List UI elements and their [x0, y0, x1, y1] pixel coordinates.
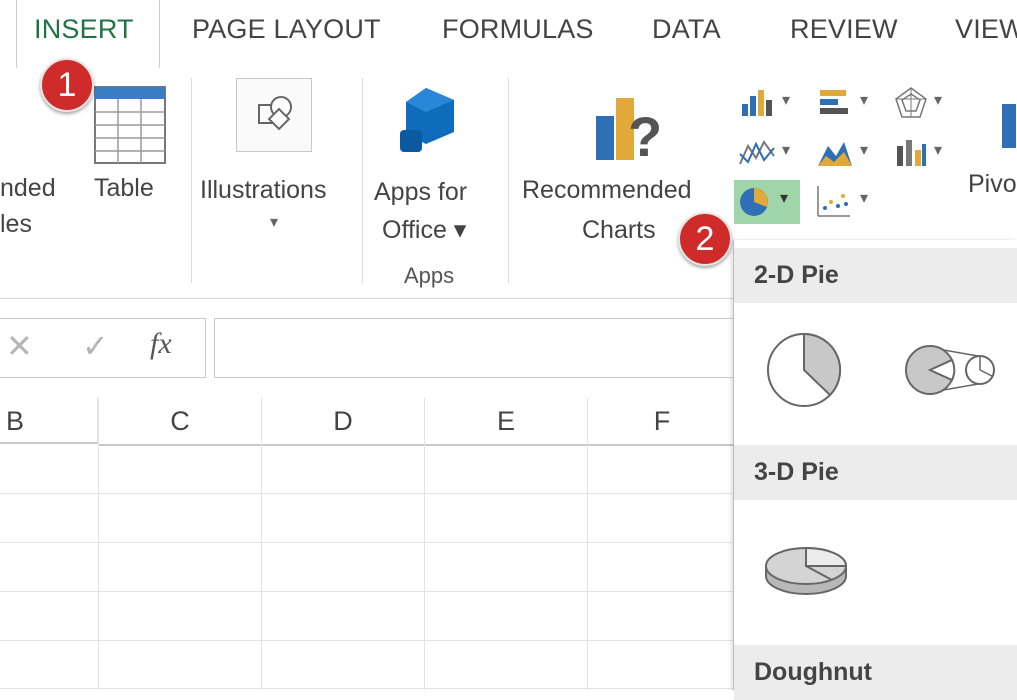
apps-for-office-icon	[400, 88, 454, 152]
bar-chart-dropdown-icon[interactable]: ▾	[860, 90, 868, 110]
bar-chart-icon[interactable]	[816, 88, 852, 118]
pie-chart-dropdown-icon: ▾	[780, 190, 789, 207]
stock-chart-icon[interactable]	[894, 136, 928, 168]
formula-input[interactable]	[214, 318, 746, 378]
illustrations-button[interactable]: Illustrations ▾	[198, 76, 358, 246]
tab-review[interactable]: REVIEW	[790, 14, 898, 45]
pivotchart-button[interactable]: Pivo	[968, 68, 1017, 238]
table-button[interactable]: Table	[88, 78, 178, 238]
insert-function-icon[interactable]: fx	[150, 327, 172, 361]
step-2-badge: 2	[678, 212, 732, 266]
svg-text:?: ?	[628, 105, 662, 166]
tab-view[interactable]: VIEW	[955, 14, 1017, 45]
recommended-charts-label-1: Recommended	[522, 176, 692, 204]
recommended-charts-icon: ?	[596, 98, 662, 166]
illustrations-dropdown-icon: ▾	[270, 214, 279, 231]
3d-pie-option-icon[interactable]	[762, 540, 852, 600]
column-header-f[interactable]: F	[588, 398, 737, 446]
table-icon	[94, 86, 166, 164]
apps-for-office-label-1: Apps for	[374, 178, 468, 206]
tab-page-layout[interactable]: PAGE LAYOUT	[192, 14, 381, 45]
grid-line	[261, 398, 262, 690]
grid-line	[0, 493, 735, 494]
recommended-pivottables-label-1: nded	[0, 174, 56, 202]
column-header-e[interactable]: E	[425, 398, 588, 446]
section-2d-pie-header: 2-D Pie	[734, 248, 1017, 303]
grid-line	[0, 591, 735, 592]
line-chart-dropdown-icon[interactable]: ▾	[782, 140, 790, 160]
area-chart-icon[interactable]	[816, 136, 854, 168]
pie-option-icon[interactable]	[764, 330, 844, 410]
section-3d-pie-header: 3-D Pie	[734, 445, 1017, 500]
column-header-d[interactable]: D	[262, 398, 425, 446]
scatter-chart-icon[interactable]	[816, 184, 852, 218]
grid-line	[0, 688, 735, 689]
group-separator	[191, 78, 192, 283]
pivotchart-icon	[1002, 104, 1016, 148]
pie-chart-menu: 2-D Pie 3-D Pie Doughnut	[733, 240, 1017, 700]
section-doughnut-header: Doughnut	[734, 645, 1017, 700]
tab-insert[interactable]: INSERT	[34, 14, 134, 45]
grid-line	[0, 640, 735, 641]
area-chart-dropdown-icon[interactable]: ▾	[860, 140, 868, 160]
radar-chart-icon[interactable]	[894, 86, 928, 120]
recommended-pivottables-label-2: les	[0, 210, 32, 238]
apps-for-office-button[interactable]: Apps for Office ▾	[370, 76, 500, 246]
tab-data[interactable]: DATA	[652, 14, 721, 45]
cancel-icon[interactable]: ✕	[6, 327, 33, 365]
table-label: Table	[94, 174, 154, 202]
grid-line	[587, 398, 588, 690]
line-chart-icon[interactable]	[738, 136, 776, 168]
apps-for-office-label-2: Office ▾	[382, 216, 467, 244]
grid-line	[0, 542, 735, 543]
tab-formulas[interactable]: FORMULAS	[442, 14, 594, 45]
recommended-charts-label-2: Charts	[582, 216, 656, 244]
pie-of-pie-option-icon[interactable]	[900, 340, 1000, 400]
group-separator	[362, 78, 363, 283]
grid-line	[424, 398, 425, 690]
shapes-icon	[258, 96, 292, 131]
charts-gallery: ▾ ▾ ▾ ▾ ▾ ▾ ▾ ▾	[734, 82, 964, 242]
ribbon-tab-bar: INSERT PAGE LAYOUT FORMULAS DATA REVIEW …	[0, 0, 1017, 70]
column-header-c[interactable]: C	[99, 398, 262, 446]
pivotchart-label: Pivo	[968, 170, 1017, 198]
step-1-badge: 1	[40, 58, 94, 112]
column-header-b[interactable]: B	[0, 398, 98, 444]
grid-line	[98, 398, 99, 690]
pie-chart-icon	[740, 188, 768, 216]
enter-icon[interactable]: ✓	[82, 327, 109, 365]
scatter-chart-dropdown-icon[interactable]: ▾	[860, 188, 868, 208]
pie-chart-button[interactable]: ▾	[734, 180, 800, 224]
illustrations-label: Illustrations	[200, 176, 327, 204]
column-chart-dropdown-icon[interactable]: ▾	[782, 90, 790, 110]
formula-buttons: ✕ ✓ fx	[0, 318, 206, 378]
column-chart-icon[interactable]	[740, 88, 776, 118]
illustrations-icon-frame	[236, 78, 312, 152]
stock-chart-dropdown-icon[interactable]: ▾	[934, 140, 942, 160]
group-separator	[508, 78, 509, 283]
radar-chart-dropdown-icon[interactable]: ▾	[934, 90, 942, 110]
apps-group-label: Apps	[404, 263, 455, 288]
